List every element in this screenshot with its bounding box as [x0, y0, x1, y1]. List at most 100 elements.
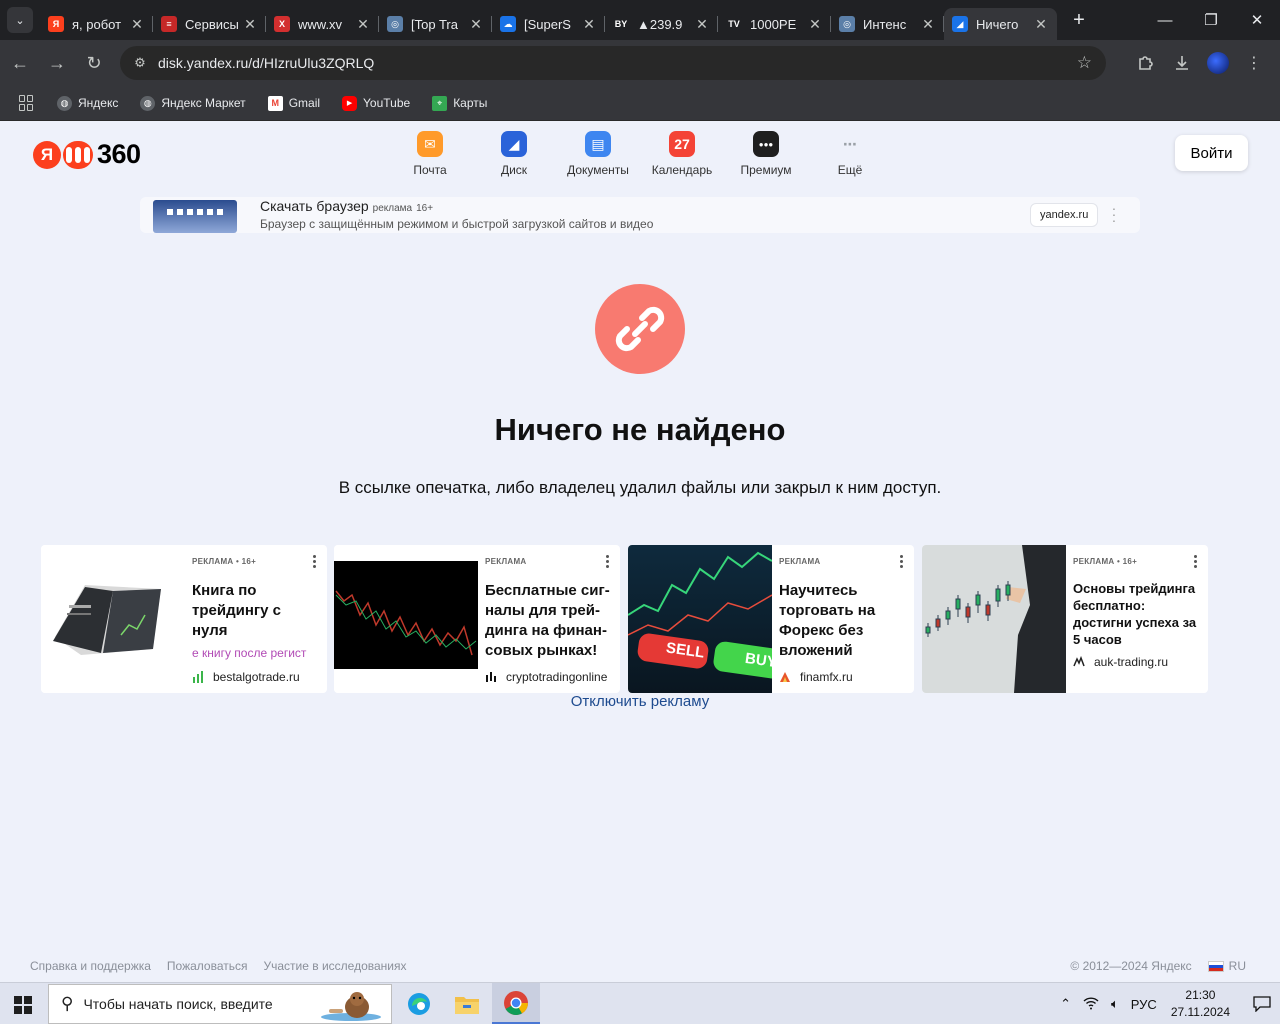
- forward-arrow-icon[interactable]: →: [40, 46, 74, 80]
- ad-domain[interactable]: bestalgotrade.ru: [192, 670, 322, 684]
- browser-tab[interactable]: Xwww.xv ✕: [266, 8, 379, 40]
- browser-ad-banner[interactable]: Скачать браузер реклама 16+ Браузер с защи…: [140, 197, 1140, 233]
- windows-start-icon[interactable]: [14, 996, 32, 1014]
- input-language[interactable]: РУС: [1131, 997, 1157, 1012]
- taskbar-search[interactable]: ⚲ Чтобы начать поиск, введите: [48, 984, 392, 1024]
- download-icon[interactable]: [1164, 46, 1200, 80]
- browser-tab[interactable]: Яя, робот ✕: [40, 8, 153, 40]
- footer-link[interactable]: Участие в исследованиях: [264, 959, 407, 973]
- ad-domain-text: auk-trading.ru: [1094, 655, 1169, 669]
- network-icon[interactable]: [1083, 996, 1099, 1013]
- window-controls: — ❐ ✕: [1142, 0, 1280, 40]
- tab-close-icon[interactable]: ✕: [242, 16, 258, 33]
- tab-close-icon[interactable]: ✕: [807, 16, 823, 33]
- ad-domain[interactable]: finamfx.ru: [779, 670, 909, 684]
- service-documents[interactable]: ▤ Документы: [556, 131, 640, 177]
- yandex-favicon: Я: [48, 16, 64, 32]
- tab-search-chevron-icon[interactable]: ⌄: [7, 7, 33, 33]
- tab-close-icon[interactable]: ✕: [920, 16, 936, 33]
- volume-icon[interactable]: 🔈︎: [1111, 996, 1119, 1012]
- bookmark-item[interactable]: ◍ Яндекс Маркет: [140, 95, 246, 111]
- apps-grid-icon[interactable]: [19, 95, 35, 111]
- back-arrow-icon[interactable]: ←: [3, 46, 37, 80]
- tray-chevron-up-icon[interactable]: ⌃: [1060, 996, 1071, 1012]
- new-tab-plus-icon[interactable]: +: [1065, 6, 1093, 34]
- tab-close-icon[interactable]: ✕: [129, 16, 145, 33]
- minimize-icon[interactable]: —: [1142, 0, 1188, 40]
- browser-tab[interactable]: BY ▲239.9 ✕: [605, 8, 718, 40]
- ad-domain[interactable]: cryptotradingonline: [485, 670, 615, 684]
- tracker-favicon: ◎: [387, 16, 403, 32]
- service-disk[interactable]: ◢ Диск: [472, 131, 556, 177]
- ad-card[interactable]: SELL BUY РЕКЛАМА Научитесь торговать на …: [628, 545, 914, 693]
- restore-icon[interactable]: ❐: [1188, 0, 1234, 40]
- ad-title[interactable]: Научитесь торговать на Форекс без вложен…: [779, 581, 905, 661]
- ad-title[interactable]: Бесплатные сиг-налы для трей-динга на фи…: [485, 581, 611, 661]
- service-premium[interactable]: ●●● Премиум: [724, 131, 808, 177]
- reload-icon[interactable]: ↻: [77, 46, 111, 80]
- ad-more-icon[interactable]: [1192, 555, 1198, 570]
- footer-link[interactable]: Справка и поддержка: [30, 959, 151, 973]
- service-mail[interactable]: ✉ Почта: [388, 131, 472, 177]
- browser-tab[interactable]: ◎ Интенс ✕: [831, 8, 944, 40]
- language-switch[interactable]: RU: [1229, 959, 1246, 973]
- bookmark-item[interactable]: M Gmail: [267, 95, 320, 111]
- clock-date: 27.11.2024: [1170, 1005, 1230, 1019]
- login-button[interactable]: Войти: [1175, 135, 1248, 171]
- ad-domain-text: cryptotradingonline: [506, 670, 608, 684]
- tab-close-icon[interactable]: ✕: [355, 16, 371, 33]
- taskbar-search-placeholder[interactable]: Чтобы начать поиск, введите: [83, 996, 272, 1012]
- yandex-360-logo[interactable]: Я 360: [33, 139, 141, 170]
- tab-close-icon[interactable]: ✕: [1033, 16, 1049, 33]
- disable-ads-link[interactable]: Отключить рекламу: [0, 693, 1280, 710]
- ad-card[interactable]: РЕКЛАМА • 16+ Основы трейдинга бесплатно…: [922, 545, 1208, 693]
- globe-icon: ◍: [57, 95, 72, 111]
- notifications-icon[interactable]: [1244, 996, 1280, 1012]
- tab-close-icon[interactable]: ✕: [581, 16, 597, 33]
- browser-tab[interactable]: TV 1000PE ✕: [718, 8, 831, 40]
- tab-close-icon[interactable]: ✕: [694, 16, 710, 33]
- service-more[interactable]: ⋯ Ещё: [808, 131, 892, 178]
- ad-domain[interactable]: auk-trading.ru: [1073, 655, 1203, 669]
- ad-more-icon[interactable]: [898, 555, 904, 570]
- tab-close-icon[interactable]: ✕: [468, 16, 484, 33]
- bookmark-label: Яндекс Маркет: [161, 96, 246, 110]
- ad-meta: РЕКЛАМА: [779, 557, 821, 566]
- banner-title[interactable]: Скачать браузер реклама 16+: [260, 198, 433, 214]
- profile-avatar[interactable]: [1200, 46, 1236, 80]
- footer-right: © 2012—2024 Яндекс RU: [1070, 959, 1246, 973]
- ad-card[interactable]: РЕКЛАМА Бесплатные сиг-налы для трей-дин…: [334, 545, 620, 693]
- address-url[interactable]: disk.yandex.ru/d/HIzruUlu3ZQRLQ: [158, 55, 374, 71]
- banner-domain-button[interactable]: yandex.ru: [1031, 204, 1098, 226]
- banner-more-icon[interactable]: · · ·: [1108, 201, 1120, 227]
- service-calendar[interactable]: 27 Календарь: [640, 131, 724, 177]
- ad-image-businessman-chart: [922, 545, 1066, 693]
- ad-more-icon[interactable]: [311, 555, 317, 570]
- browser-tab[interactable]: ◢ Ничего ✕: [944, 8, 1057, 40]
- ad-more-icon[interactable]: [604, 555, 610, 570]
- browser-tab[interactable]: ☁ [SuperS ✕: [492, 8, 605, 40]
- edge-taskbar-icon[interactable]: [395, 983, 443, 1024]
- address-bar[interactable]: ⚙ disk.yandex.ru/d/HIzruUlu3ZQRLQ ☆: [120, 46, 1106, 80]
- taskbar-clock[interactable]: 21:30 27.11.2024: [1171, 987, 1230, 1021]
- footer-link[interactable]: Пожаловаться: [167, 959, 248, 973]
- calendar-icon: 27: [669, 131, 695, 157]
- chrome-taskbar-icon[interactable]: [492, 983, 540, 1024]
- service-label: Календарь: [651, 163, 713, 177]
- file-explorer-taskbar-icon[interactable]: [443, 983, 491, 1024]
- browser-tab[interactable]: ≡ Сервисы ✕: [153, 8, 266, 40]
- menu-kebab-icon[interactable]: ⋮: [1236, 46, 1272, 80]
- browser-tab[interactable]: ◎ [Top Tra ✕: [379, 8, 492, 40]
- ad-card[interactable]: РЕКЛАМА • 16+ Книга по трейдингу с нуля …: [41, 545, 327, 693]
- bookmark-item[interactable]: ▶ YouTube: [342, 95, 410, 111]
- extensions-puzzle-icon[interactable]: [1128, 46, 1164, 80]
- bookmark-item[interactable]: ◍ Яндекс: [57, 95, 118, 111]
- ad-title[interactable]: Основы трейдинга бесплатно: достигни усп…: [1073, 580, 1199, 648]
- logo-360-text: 360: [97, 139, 141, 169]
- site-settings-icon[interactable]: ⚙: [130, 55, 150, 71]
- ad-title[interactable]: Книга по трейдингу с нуля: [192, 581, 318, 641]
- close-window-icon[interactable]: ✕: [1234, 0, 1280, 40]
- bookmark-star-icon[interactable]: ☆: [1077, 53, 1092, 73]
- bookmark-item[interactable]: ⌖ Карты: [432, 95, 487, 111]
- toolbar-right: ⋮: [1128, 46, 1272, 80]
